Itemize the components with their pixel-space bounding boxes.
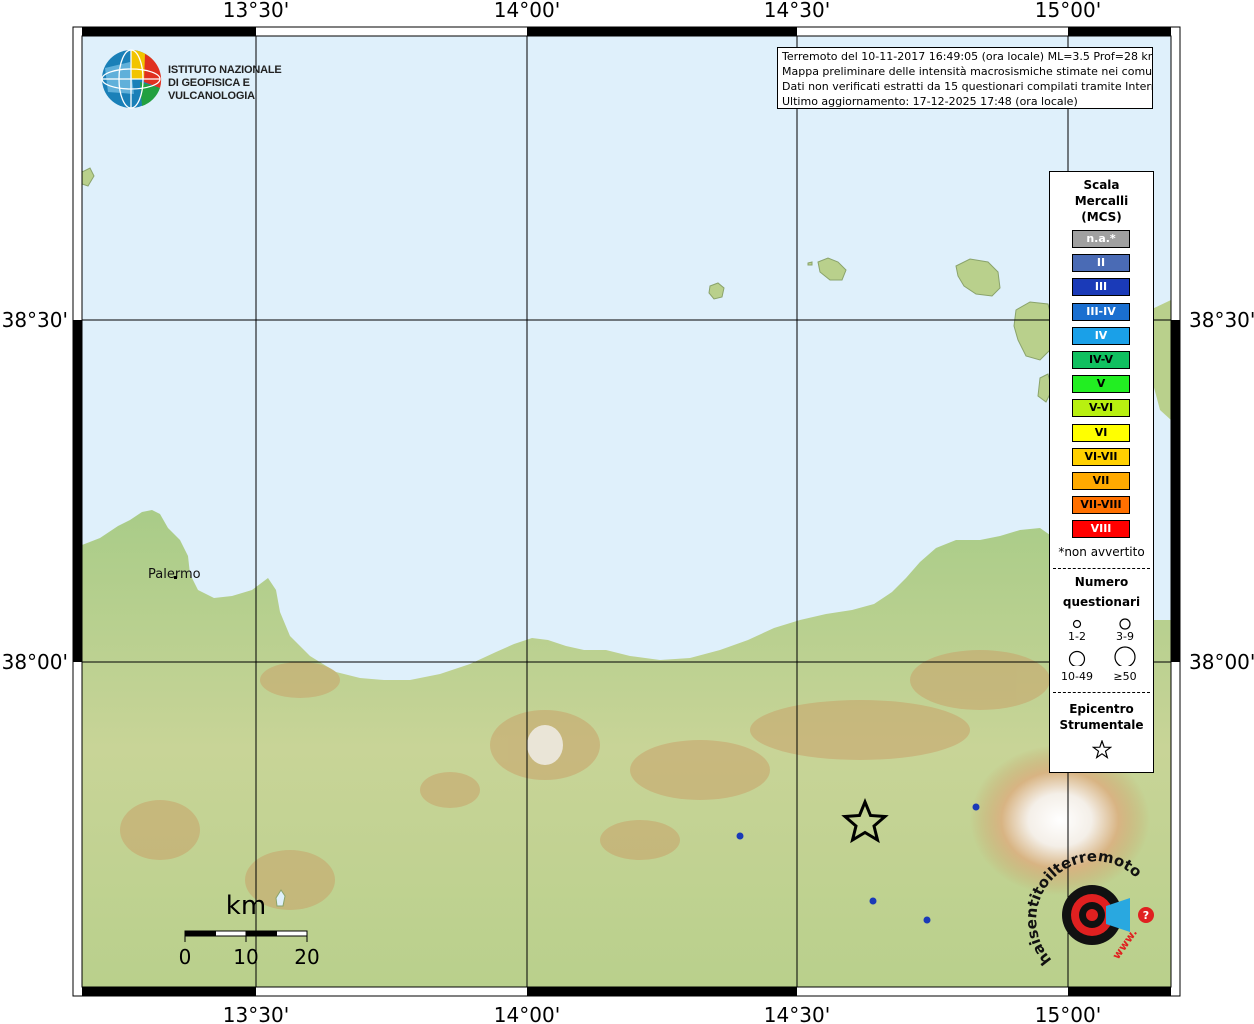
report-point[interactable] [736, 832, 744, 840]
count-label: 1-2 [1068, 630, 1086, 643]
count-label: ≥50 [1113, 670, 1137, 683]
intensity-swatch: VII [1072, 472, 1130, 490]
svg-text:?: ? [1143, 909, 1149, 922]
place-palermo: Palermo [148, 567, 201, 582]
logo-line-1: ISTITUTO NAZIONALE [168, 64, 282, 76]
left-tick-labels: 38°30' 38°00' [2, 308, 68, 674]
event-info-line: Dati non verificati estratti da 15 quest… [782, 80, 1153, 93]
top-tick: 15°00' [1035, 0, 1101, 22]
count-symbol-medium [1119, 618, 1131, 630]
top-tick: 14°30' [764, 0, 830, 22]
scale-tick: 20 [294, 945, 319, 969]
event-info-box: Terremoto del 10-11-2017 16:49:05 (ora l… [777, 47, 1153, 109]
right-tick-labels: 38°30' 38°00' [1189, 308, 1254, 674]
count-label: 10-49 [1061, 670, 1093, 683]
legend-panel: Scala Mercalli (MCS) n.a.* II III III-IV IV I… [1049, 171, 1154, 773]
na-note: *non avvertito [1058, 545, 1145, 559]
left-tick: 38°00' [2, 650, 68, 674]
bottom-tick-labels: 13°30' 14°00' 14°30' 15°00' [223, 1003, 1101, 1024]
left-tick: 38°30' [2, 308, 68, 332]
intensity-swatch: III-IV [1072, 302, 1130, 321]
scale-tick: 10 [233, 945, 258, 969]
legend-title: Scala Mercalli (MCS) [1050, 177, 1153, 225]
star-icon [1092, 740, 1112, 759]
count-title-line: Numero [1074, 575, 1129, 589]
count-symbol-xlarge [1114, 646, 1136, 666]
intensity-swatch: VIII [1072, 520, 1130, 539]
legend-title-line: Scala [1083, 178, 1120, 192]
intensity-swatch: n.a.* [1072, 230, 1130, 248]
count-title: Numero questionari [1050, 574, 1153, 610]
event-info-line: Terremoto del 10-11-2017 16:49:05 (ora l… [782, 50, 1153, 63]
logo-line-2: DI GEOFISICA E VULCANOLOGIA [168, 77, 255, 102]
legend-title-line: (MCS) [1081, 210, 1122, 224]
scale-tick: 0 [179, 945, 192, 969]
ingv-logo: ISTITUTO NAZIONALE DI GEOFISICA E VULCAN… [100, 48, 320, 110]
intensity-swatch: III [1072, 278, 1130, 297]
event-info-line: Ultimo aggiornamento: 17-12-2025 17:48 (… [782, 95, 1078, 108]
count-symbol-small [1072, 619, 1082, 629]
intensity-swatch: VI-VII [1072, 447, 1130, 466]
bottom-tick: 14°00' [494, 1003, 560, 1024]
top-tick: 14°00' [494, 0, 560, 22]
count-label: 3-9 [1116, 630, 1134, 643]
count-symbol-large [1068, 650, 1086, 666]
epicenter-title-line: Epicentro [1069, 702, 1134, 716]
event-info-line: Mappa preliminare delle intensità macros… [782, 65, 1153, 78]
ingv-globe-icon [101, 49, 162, 109]
report-point[interactable] [923, 916, 931, 924]
report-point[interactable] [972, 803, 980, 811]
bottom-tick: 15°00' [1035, 1003, 1101, 1024]
intensity-swatch: II [1072, 254, 1130, 273]
top-tick-labels: 13°30' 14°00' 14°30' 15°00' [223, 0, 1101, 22]
legend-divider [1053, 692, 1150, 693]
intensity-swatch: VI [1072, 423, 1130, 442]
right-tick: 38°00' [1189, 650, 1254, 674]
intensity-swatch: V-VI [1072, 399, 1130, 418]
legend-divider [1053, 568, 1150, 569]
right-tick: 38°30' [1189, 308, 1254, 332]
intensity-swatch: VII-VIII [1072, 496, 1130, 515]
bottom-tick: 14°30' [764, 1003, 830, 1024]
epicenter-title-line: Strumentale [1059, 718, 1144, 732]
legend-title-line: Mercalli [1074, 194, 1129, 208]
intensity-swatch: IV-V [1072, 351, 1130, 369]
bottom-tick: 13°30' [223, 1003, 289, 1024]
top-tick: 13°30' [223, 0, 289, 22]
report-point[interactable] [869, 897, 877, 905]
count-title-line: questionari [1062, 595, 1141, 609]
epicenter-title: Epicentro Strumentale [1050, 701, 1153, 733]
place-label: Palermo [148, 567, 201, 582]
intensity-swatch: V [1072, 375, 1130, 394]
scale-unit: km [226, 891, 266, 921]
intensity-swatch: IV [1072, 326, 1130, 345]
